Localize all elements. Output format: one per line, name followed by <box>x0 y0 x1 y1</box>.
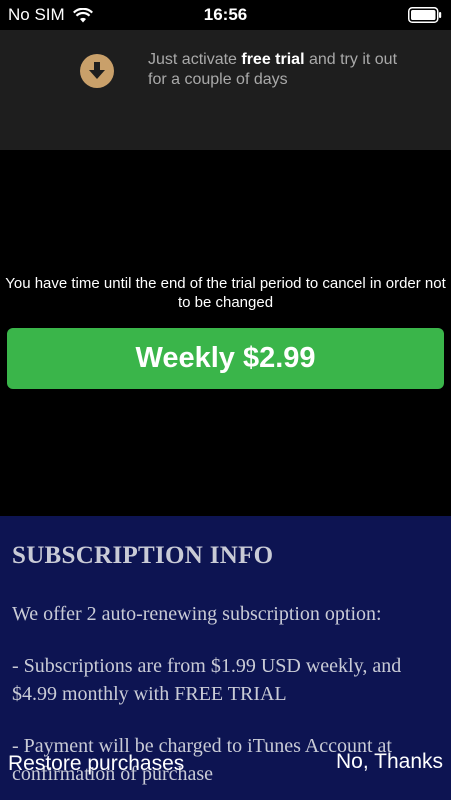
trial-notice: You have time until the end of the trial… <box>5 275 446 311</box>
subscription-info-paragraph: - Subscriptions are from $1.99 USD weekl… <box>12 655 402 705</box>
trial-banner: Just activate free trial and try it out … <box>0 30 451 150</box>
clock: 16:56 <box>203 5 248 24</box>
download-icon <box>80 54 114 88</box>
paywall-screen: No SIM 16:56 Just activate free trial an… <box>0 0 451 800</box>
status-bar: No SIM 16:56 <box>0 0 451 30</box>
subscription-info-paragraph: We offer 2 auto-renewing subscription op… <box>12 603 382 625</box>
banner-text-start: Just activate <box>148 51 242 68</box>
no-thanks-button[interactable]: No, Thanks <box>336 750 443 774</box>
subscription-info-title: SUBSCRIPTION INFO <box>12 542 274 569</box>
weekly-subscribe-button[interactable]: Weekly $2.99 <box>7 328 444 389</box>
banner-message: Just activate free trial and try it out … <box>148 50 408 90</box>
restore-purchases-button[interactable]: Restore purchases <box>8 752 184 776</box>
banner-text-highlight: free trial <box>241 51 305 68</box>
battery-icon <box>408 7 442 23</box>
